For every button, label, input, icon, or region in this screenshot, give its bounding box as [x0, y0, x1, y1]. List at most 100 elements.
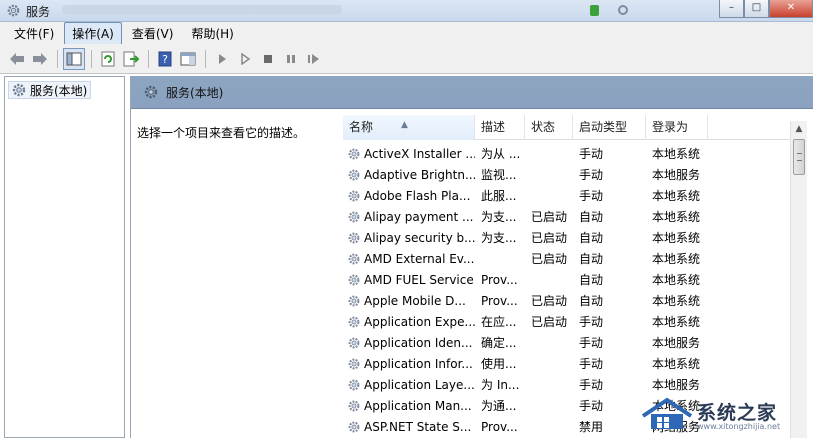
service-description-cell: Prov...	[481, 272, 518, 287]
service-logon-cell: 本地系统	[652, 357, 701, 371]
table-row[interactable]: ActiveX Installer ... 为从 ... 手动 本地系统	[343, 143, 791, 164]
service-startup-cell: 自动	[579, 294, 604, 308]
service-logon-cell: 本地系统	[652, 315, 701, 329]
service-gear-icon	[348, 253, 360, 264]
security-shield-icon	[590, 5, 599, 16]
stop-icon[interactable]	[257, 48, 279, 70]
services-gear-icon	[144, 85, 158, 99]
table-row[interactable]: Adaptive Brightn... 监视... 手动 本地服务	[343, 164, 791, 185]
minimize-button[interactable]: –	[719, 0, 744, 18]
service-description-cell: 为支...	[481, 231, 517, 245]
tree-item-services-local[interactable]: 服务(本地)	[8, 81, 92, 99]
scroll-up-arrow-icon[interactable]: ▲	[791, 121, 807, 138]
status-ring-icon	[618, 5, 628, 15]
table-row[interactable]: Application Infor... 使用... 手动 本地系统	[343, 353, 791, 374]
restart-icon[interactable]	[303, 48, 325, 70]
house-logo-icon	[641, 397, 693, 429]
menu-help[interactable]: 帮助(H)	[183, 22, 241, 45]
tree-item-label: 服务(本地)	[30, 83, 88, 98]
service-status-cell: 已启动	[531, 252, 568, 266]
service-name-cell: Adaptive Brightn...	[343, 168, 475, 182]
table-row[interactable]: Apple Mobile D... Prov... 已启动 自动 本地系统	[343, 290, 791, 311]
maximize-button[interactable]: □	[744, 0, 769, 18]
service-startup-cell: 手动	[579, 399, 604, 413]
refresh-icon[interactable]	[97, 48, 119, 70]
table-row[interactable]: AMD External Ev... 已启动 自动 本地系统	[343, 248, 791, 269]
close-button[interactable]: ✕	[769, 0, 813, 18]
service-name-cell: Alipay security b...	[343, 231, 475, 245]
service-gear-icon	[348, 274, 360, 285]
service-gear-icon	[348, 169, 360, 180]
list-rows: ActiveX Installer ... 为从 ... 手动 本地系统 Adaptiv…	[343, 143, 791, 437]
service-gear-icon	[348, 295, 360, 306]
table-row[interactable]: Alipay security b... 为支... 已启动 自动 本地系统	[343, 227, 791, 248]
console-tree: 服务(本地)	[4, 76, 125, 438]
properties-pane-icon[interactable]	[177, 48, 199, 70]
service-startup-cell: 手动	[579, 189, 604, 203]
play-outline-icon[interactable]	[234, 48, 256, 70]
help-icon[interactable]: ?	[154, 48, 176, 70]
service-name-cell: Application Laye...	[343, 378, 475, 392]
service-name-cell: Application Iden...	[343, 336, 475, 350]
service-logon-cell: 本地系统	[652, 252, 701, 266]
service-startup-cell: 自动	[579, 273, 604, 287]
menu-bar: 文件(F) 操作(A) 查看(V) 帮助(H)	[0, 21, 813, 45]
blurred-title-path	[62, 5, 342, 14]
service-description-cell: Prov...	[481, 419, 518, 434]
menu-file[interactable]: 文件(F)	[6, 22, 62, 45]
scrollbar-thumb[interactable]	[793, 139, 805, 175]
service-logon-cell: 本地系统	[652, 147, 701, 161]
service-description-cell: Prov...	[481, 293, 518, 308]
services-gear-icon	[7, 4, 20, 17]
column-header-description[interactable]: 描述	[475, 115, 525, 140]
service-gear-icon	[348, 148, 360, 159]
panel-title: 服务(本地)	[166, 86, 224, 100]
export-list-icon[interactable]	[120, 48, 142, 70]
service-description-cell: 在应...	[481, 315, 517, 329]
panel-header: 服务(本地)	[131, 76, 813, 109]
service-name-cell: Application Infor...	[343, 357, 475, 371]
service-startup-cell: 手动	[579, 147, 604, 161]
table-row[interactable]: Adobe Flash Pla... 此服... 手动 本地系统	[343, 185, 791, 206]
services-panel: 服务(本地) 选择一个项目来查看它的描述。 ▲ 名称 描述 状态 启动类型 登录…	[130, 76, 813, 438]
play-icon[interactable]	[211, 48, 233, 70]
service-startup-cell: 手动	[579, 315, 604, 329]
services-gear-icon	[12, 83, 26, 97]
service-description-cell: 为通...	[481, 399, 517, 413]
column-header-logon-as[interactable]: 登录为	[646, 115, 708, 140]
back-arrow-icon[interactable]	[6, 48, 28, 70]
service-gear-icon	[348, 232, 360, 243]
forward-arrow-icon[interactable]	[29, 48, 51, 70]
service-startup-cell: 自动	[579, 231, 604, 245]
column-header-status[interactable]: 状态	[525, 115, 573, 140]
toolbar-separator	[91, 49, 92, 68]
service-description-cell: 监视...	[481, 168, 517, 182]
service-logon-cell: 本地服务	[652, 168, 701, 182]
service-name-cell: ASP.NET State S...	[343, 420, 475, 434]
service-logon-cell: 本地系统	[652, 210, 701, 224]
column-header-name[interactable]: ▲ 名称	[343, 115, 475, 140]
column-header-startup-type[interactable]: 启动类型	[573, 115, 646, 140]
console-tree-icon[interactable]	[63, 47, 85, 70]
toolbar: ?	[0, 44, 813, 74]
service-gear-icon	[348, 400, 360, 411]
table-row[interactable]: Alipay payment ... 为支... 已启动 自动 本地系统	[343, 206, 791, 227]
service-logon-cell: 本地系统	[652, 273, 701, 287]
service-name-cell: Apple Mobile D...	[343, 294, 475, 308]
service-description-cell: 为 In...	[481, 378, 520, 392]
service-startup-cell: 禁用	[579, 420, 604, 434]
table-row[interactable]: AMD FUEL Service Prov... 自动 本地系统	[343, 269, 791, 290]
table-row[interactable]: Application Laye... 为 In... 手动 本地服务	[343, 374, 791, 395]
service-gear-icon	[348, 190, 360, 201]
table-row[interactable]: Application Iden... 确定... 手动 本地服务	[343, 332, 791, 353]
pause-icon[interactable]	[280, 48, 302, 70]
table-row[interactable]: Application Expe... 在应... 已启动 手动 本地系统	[343, 311, 791, 332]
service-logon-cell: 本地系统	[652, 189, 701, 203]
window-title: 服务	[26, 5, 51, 19]
service-gear-icon	[348, 337, 360, 348]
service-startup-cell: 手动	[579, 357, 604, 371]
menu-view[interactable]: 查看(V)	[124, 22, 182, 45]
vertical-scrollbar[interactable]: ▲	[790, 121, 807, 438]
menu-action[interactable]: 操作(A)	[64, 21, 122, 45]
service-name-cell: AMD External Ev...	[343, 252, 475, 266]
